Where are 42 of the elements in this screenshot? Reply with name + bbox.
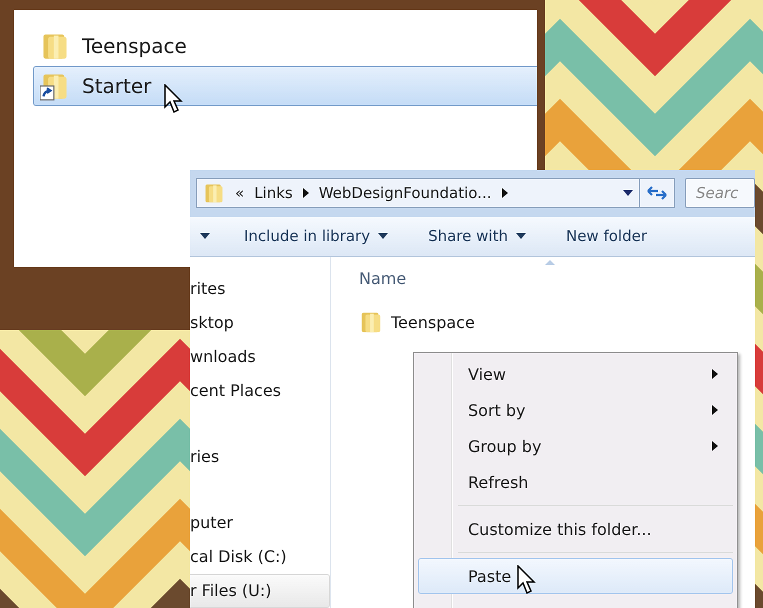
breadcrumb[interactable]: Links: [254, 184, 293, 202]
toolbar-button[interactable]: Share with: [422, 223, 532, 250]
nav-item[interactable]: puter: [190, 506, 330, 540]
column-header[interactable]: Name: [359, 269, 406, 288]
address-bar[interactable]: « Links WebDesignFoundatio...: [196, 178, 640, 208]
toolbar-button[interactable]: New folder: [560, 223, 653, 250]
menu-item[interactable]: Paste: [418, 558, 733, 594]
nav-item[interactable]: r Files (U:): [190, 574, 330, 608]
overflow-chevron[interactable]: «: [235, 184, 244, 202]
folder-icon: [203, 182, 225, 204]
nav-item[interactable]: cal Disk (C:): [190, 540, 330, 574]
toolbar-button[interactable]: Include in library: [238, 223, 394, 250]
nav-item[interactable]: cent Places: [190, 374, 330, 408]
breadcrumb-arrow-icon: [502, 188, 508, 198]
menu-item[interactable]: Refresh: [418, 464, 733, 500]
menu-item[interactable]: Group by: [418, 428, 733, 464]
menu-item[interactable]: View: [418, 356, 733, 392]
breadcrumb[interactable]: WebDesignFoundatio...: [318, 184, 492, 202]
folder-icon: [359, 310, 383, 334]
file-name[interactable]: Teenspace: [391, 312, 475, 332]
pointer-cursor-icon: [517, 565, 539, 595]
sort-arrow-icon: [545, 260, 555, 265]
search-field[interactable]: Searc: [685, 178, 755, 208]
caret-icon: [516, 233, 526, 240]
dropdown-caret-icon: [623, 190, 633, 196]
menu-item[interactable]: Customize this folder...: [418, 511, 733, 547]
submenu-arrow-icon: [712, 441, 718, 451]
folder-item[interactable]: Teenspace: [33, 26, 537, 66]
nav-item[interactable]: sktop: [190, 306, 330, 340]
refresh-button[interactable]: [640, 178, 675, 208]
menu-item[interactable]: Sort by: [418, 392, 733, 428]
breadcrumb-arrow-icon: [302, 188, 309, 198]
pointer-cursor-icon: [164, 84, 186, 114]
organize-caret-icon: [200, 233, 210, 240]
nav-item[interactable]: ries: [190, 440, 330, 474]
nav-item[interactable]: wnloads: [190, 340, 330, 374]
submenu-arrow-icon: [712, 405, 718, 415]
caret-icon: [378, 233, 388, 240]
submenu-arrow-icon: [712, 369, 718, 379]
nav-item[interactable]: rites: [190, 272, 330, 306]
folder-item[interactable]: Starter: [33, 66, 537, 106]
refresh-arrows-icon: [646, 184, 668, 202]
